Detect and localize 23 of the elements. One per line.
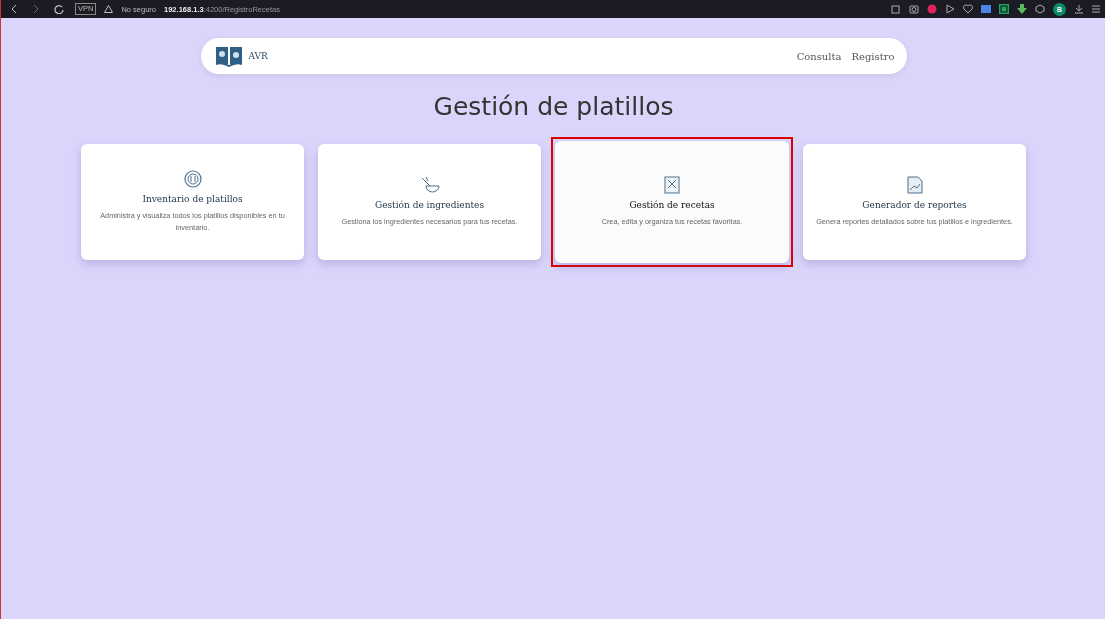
shield-icon[interactable] <box>927 4 937 14</box>
plate-icon <box>183 170 202 188</box>
nav-link[interactable]: Consulta <box>796 50 842 62</box>
card-title: Gestión de recetas <box>629 200 715 210</box>
card-title: Gestión de ingredientes <box>374 200 484 210</box>
nav-link[interactable]: Registro <box>851 50 895 62</box>
download-icon[interactable] <box>1074 4 1084 14</box>
menu-icon[interactable] <box>1092 4 1100 14</box>
translate-icon[interactable] <box>981 4 991 14</box>
card-title: Generador de reportes <box>862 200 967 210</box>
bowl-icon <box>419 176 440 194</box>
document-icon <box>664 176 680 194</box>
extension-icon[interactable] <box>999 4 1009 14</box>
camera-icon[interactable] <box>909 4 919 14</box>
brand-name[interactable]: AVR <box>248 51 268 61</box>
download-extension-icon[interactable] <box>1017 4 1027 14</box>
book-logo-icon <box>214 45 243 67</box>
play-icon[interactable] <box>945 4 955 14</box>
warning-icon <box>104 5 114 13</box>
report-icon <box>906 176 923 194</box>
card-title: Inventario de platillos <box>142 194 243 204</box>
page-title: Gestión de platillos <box>433 92 674 121</box>
heart-icon[interactable] <box>963 4 973 14</box>
